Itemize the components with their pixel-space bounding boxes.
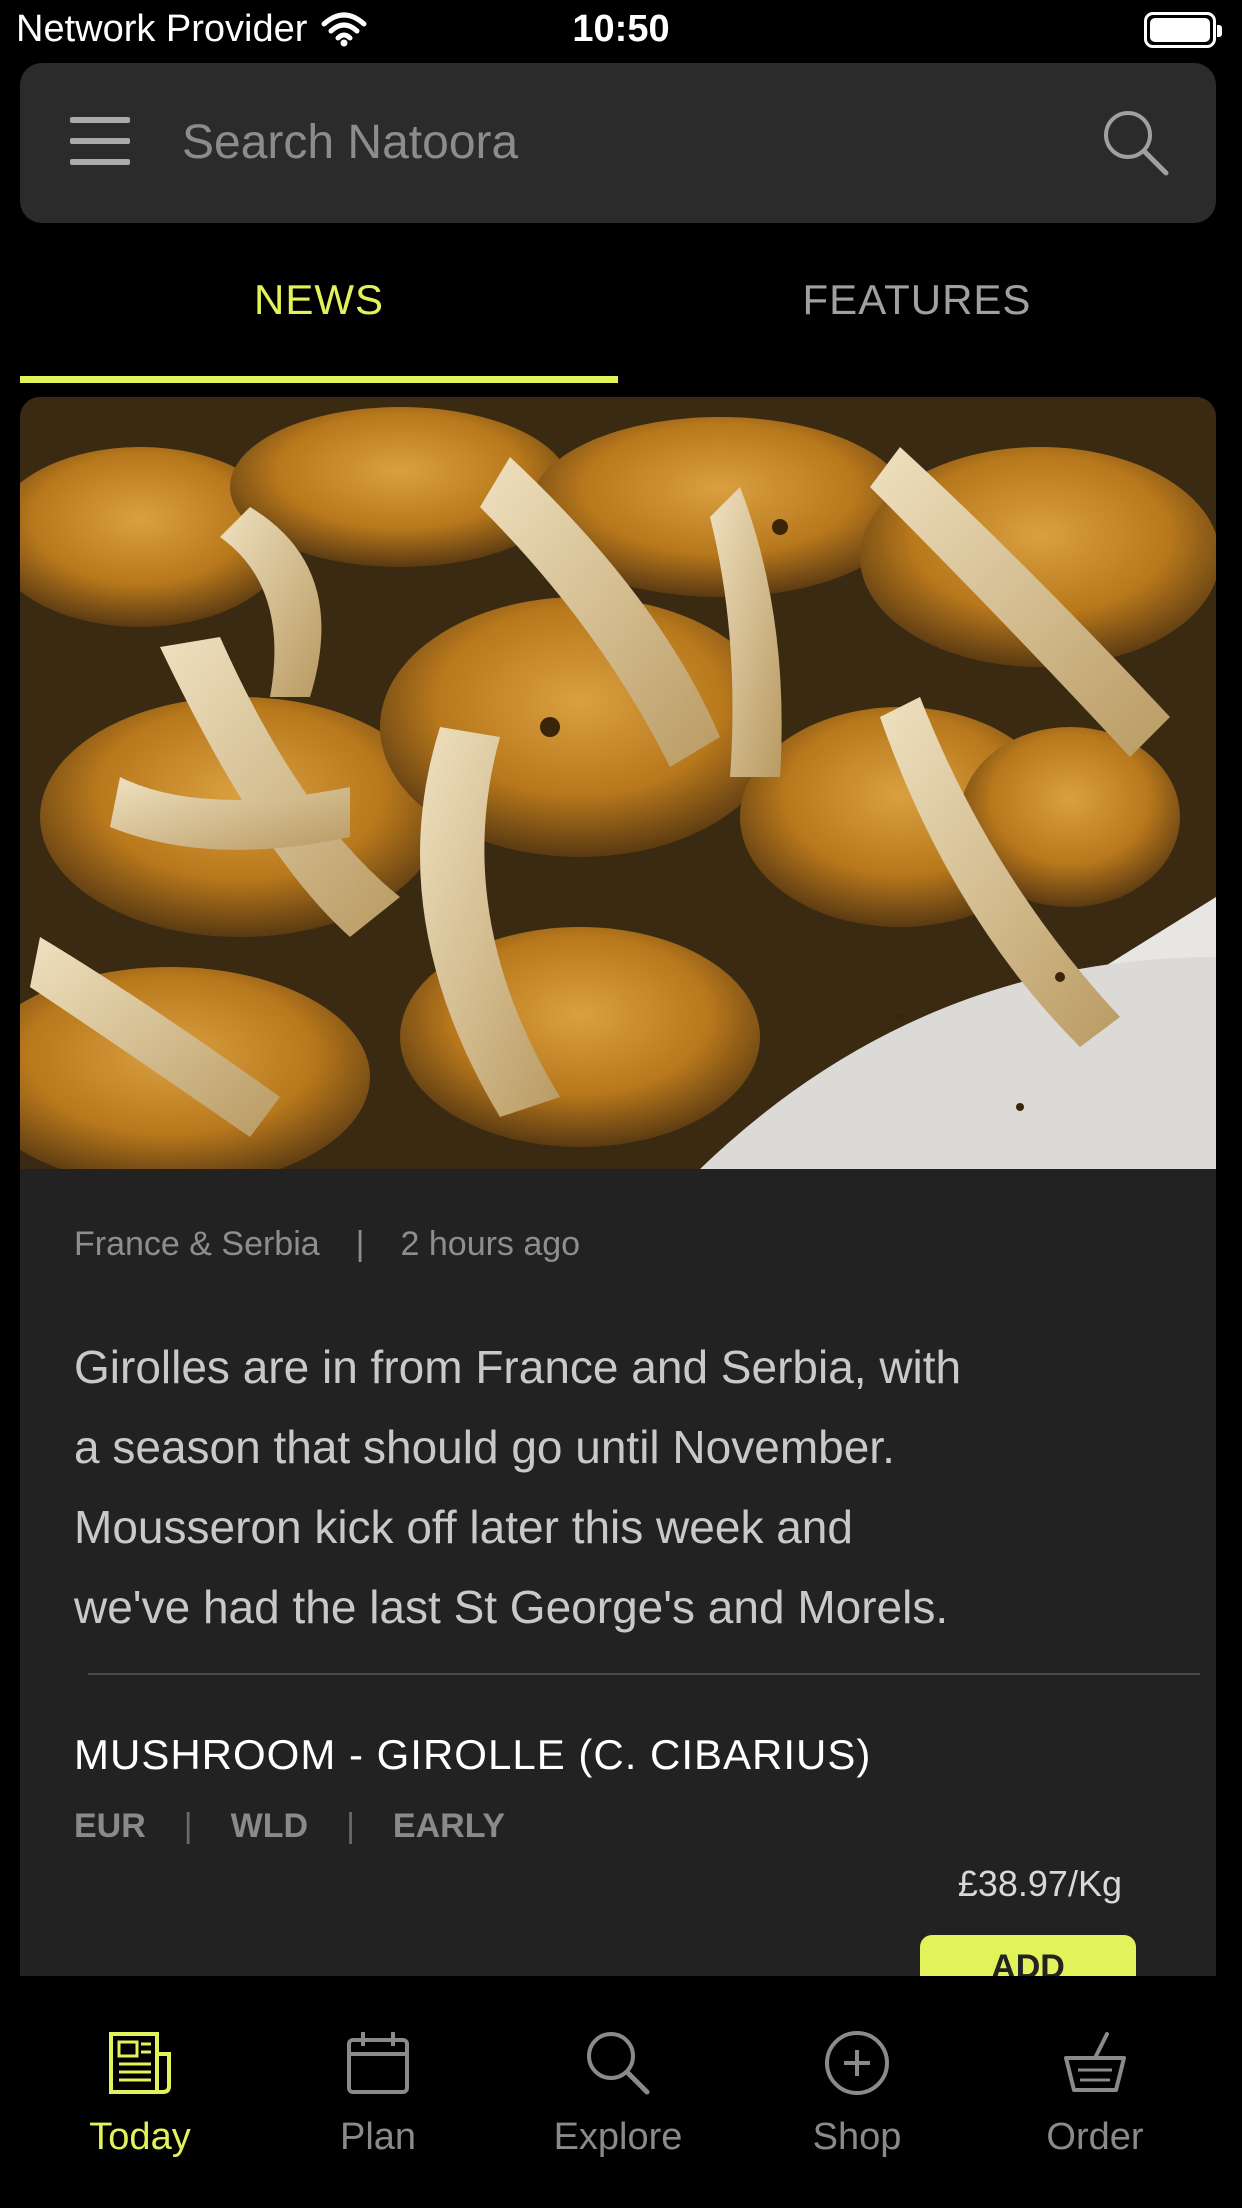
product-price: £38.97/Kg [957, 1863, 1122, 1904]
search-icon [587, 2032, 650, 2095]
add-to-order-button[interactable]: ADD [920, 1935, 1136, 1977]
product-tag: EARLY [392, 1807, 506, 1845]
basket-icon [1064, 2032, 1126, 2092]
bottom-nav: Today Plan Explore Shop Order [0, 1976, 1242, 2208]
news-meta: France & Serbia | 2 hours ago [74, 1225, 580, 1264]
status-time: 10:50 [572, 8, 670, 50]
nav-item-plan[interactable]: Plan [278, 2028, 478, 2159]
divider [88, 1673, 1200, 1675]
nav-item-today[interactable]: Today [40, 2028, 240, 2159]
plus-circle-icon [825, 2031, 889, 2095]
nav-label: Today [89, 2116, 191, 2158]
news-card[interactable]: France & Serbia | 2 hours ago Girolles a… [20, 397, 1216, 1977]
meta-separator: | [355, 1225, 365, 1263]
status-bar: Network Provider 10:50 [0, 0, 1242, 62]
news-time-ago: 2 hours ago [400, 1225, 581, 1263]
news-body-line: Girolles are in from France and Serbia, … [74, 1341, 962, 1393]
nav-item-shop[interactable]: Shop [757, 2028, 957, 2159]
battery-level [1150, 18, 1210, 42]
tag-separator: | [183, 1807, 193, 1845]
search-bar[interactable]: Search Natoora [20, 63, 1216, 223]
tab-news[interactable]: NEWS [20, 276, 618, 324]
news-body-line: we've had the last St George's and Morel… [74, 1581, 949, 1633]
tab-features[interactable]: FEATURES [618, 276, 1216, 324]
nav-label: Plan [339, 2116, 417, 2158]
calendar-icon [347, 2032, 409, 2094]
nav-item-explore[interactable]: Explore [518, 2028, 718, 2159]
news-icon [109, 2032, 171, 2094]
tag-separator: | [346, 1807, 355, 1845]
nav-label: Order [1046, 2116, 1144, 2158]
nav-label: Explore [553, 2116, 683, 2158]
product-tag: WLD [230, 1807, 309, 1845]
product-name[interactable]: MUSHROOM - GIROLLE (C. CIBARIUS) [74, 1731, 871, 1779]
news-body-line: Mousseron kick off later this week and [74, 1501, 853, 1553]
product-tag: EUR [74, 1807, 146, 1845]
active-tab-indicator [20, 376, 618, 383]
news-origin: France & Serbia [74, 1225, 320, 1263]
hamburger-menu-icon[interactable] [70, 117, 130, 165]
news-body: Girolles are in from France and Serbia, … [74, 1327, 1174, 1647]
news-image[interactable] [20, 397, 1216, 1169]
search-icon[interactable] [1100, 107, 1170, 177]
nav-item-order[interactable]: Order [995, 2028, 1195, 2159]
search-input[interactable]: Search Natoora [182, 115, 518, 170]
product-tags: EUR | WLD | EARLY [74, 1807, 505, 1846]
tab-bar: NEWS FEATURES [20, 240, 1216, 384]
news-body-line: a season that should go until November. [74, 1421, 895, 1473]
nav-label: Shop [812, 2116, 902, 2158]
battery-icon [1144, 12, 1222, 48]
